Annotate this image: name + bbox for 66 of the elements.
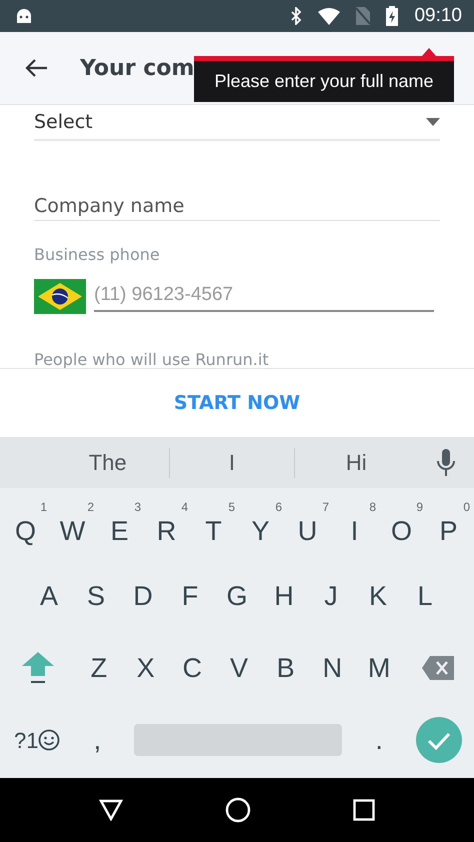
keyboard-key[interactable]: Y 6 bbox=[237, 501, 284, 547]
battery-charging-icon bbox=[386, 6, 398, 26]
key-hint: 1 bbox=[40, 501, 47, 514]
keyboard-key[interactable]: X bbox=[122, 648, 169, 688]
tooltip-pointer-icon bbox=[422, 46, 436, 56]
page-title: Your com bbox=[80, 54, 194, 82]
suggestion-word[interactable]: Hi bbox=[346, 450, 367, 474]
home-circle-icon[interactable] bbox=[225, 797, 251, 823]
keyboard-key[interactable]: M bbox=[356, 648, 402, 688]
keyboard-key[interactable]: . bbox=[364, 720, 394, 760]
key-hint: 8 bbox=[369, 501, 376, 514]
suggestion-word[interactable]: The bbox=[88, 450, 127, 474]
keyboard-key[interactable]: R 4 bbox=[143, 501, 190, 547]
symbols-key[interactable]: ?1 bbox=[14, 724, 60, 756]
android-icon bbox=[16, 9, 32, 23]
microphone-icon[interactable] bbox=[436, 448, 455, 476]
keyboard-key[interactable]: E 3 bbox=[96, 501, 143, 547]
back-arrow-icon[interactable] bbox=[24, 58, 48, 78]
key-hint: 4 bbox=[181, 501, 188, 514]
keyboard-key[interactable]: U 7 bbox=[284, 501, 331, 547]
key-hint: 0 bbox=[463, 501, 470, 514]
key-hint: 6 bbox=[275, 501, 282, 514]
keyboard-key[interactable]: N bbox=[309, 648, 356, 688]
keyboard-key[interactable]: S bbox=[72, 576, 120, 616]
keyboard-key[interactable]: V bbox=[216, 648, 262, 688]
key-hint: 2 bbox=[87, 501, 94, 514]
key-hint: 3 bbox=[134, 501, 141, 514]
keyboard-key[interactable]: G bbox=[214, 576, 260, 616]
recents-square-icon[interactable] bbox=[353, 799, 375, 821]
field-label: Business phone bbox=[34, 244, 161, 266]
shift-icon[interactable] bbox=[22, 652, 54, 684]
keyboard-key[interactable]: W 2 bbox=[49, 501, 96, 547]
keyboard-key[interactable]: O 9 bbox=[378, 501, 425, 547]
back-triangle-icon[interactable] bbox=[99, 799, 123, 821]
bluetooth-icon bbox=[290, 7, 302, 25]
keyboard-key[interactable]: C bbox=[168, 648, 216, 688]
smiley-icon bbox=[38, 729, 60, 751]
keyboard-key[interactable]: H bbox=[260, 576, 308, 616]
select-dropdown[interactable]: Select bbox=[34, 105, 440, 141]
backspace-icon[interactable] bbox=[422, 656, 454, 680]
keyboard-key[interactable]: F bbox=[166, 576, 214, 616]
flag-icon[interactable] bbox=[34, 279, 86, 314]
keyboard-key[interactable]: K bbox=[354, 576, 402, 616]
keyboard-key[interactable]: T 5 bbox=[190, 501, 237, 547]
suggestion-word[interactable]: I bbox=[228, 450, 236, 474]
keyboard-key[interactable]: J bbox=[308, 576, 354, 616]
keyboard-key[interactable]: Z bbox=[76, 648, 122, 688]
clock-time: 09:10 bbox=[414, 4, 462, 28]
checkmark-button-icon[interactable] bbox=[416, 717, 462, 763]
key-hint: 5 bbox=[228, 501, 235, 514]
key-hint: 7 bbox=[322, 501, 329, 514]
dropdown-caret-icon bbox=[426, 118, 440, 126]
keyboard-key[interactable]: , bbox=[82, 720, 112, 760]
company-name-field[interactable]: Company name bbox=[34, 191, 440, 221]
wifi-icon bbox=[318, 8, 340, 24]
keyboard-key[interactable]: A bbox=[26, 576, 72, 616]
keyboard-key[interactable]: Q 1 bbox=[2, 501, 49, 547]
no-sim-icon bbox=[356, 7, 370, 25]
error-tooltip: Please enter your full name bbox=[194, 56, 454, 102]
keyboard-key[interactable]: P 0 bbox=[425, 501, 472, 547]
keyboard-key[interactable]: B bbox=[262, 648, 310, 688]
keyboard-key[interactable]: L bbox=[402, 576, 448, 616]
key-hint: 9 bbox=[416, 501, 423, 514]
keyboard-key[interactable]: I 8 bbox=[331, 501, 378, 547]
field-label: People who will use Runrun.it bbox=[34, 349, 270, 368]
keyboard-key[interactable]: D bbox=[120, 576, 166, 616]
